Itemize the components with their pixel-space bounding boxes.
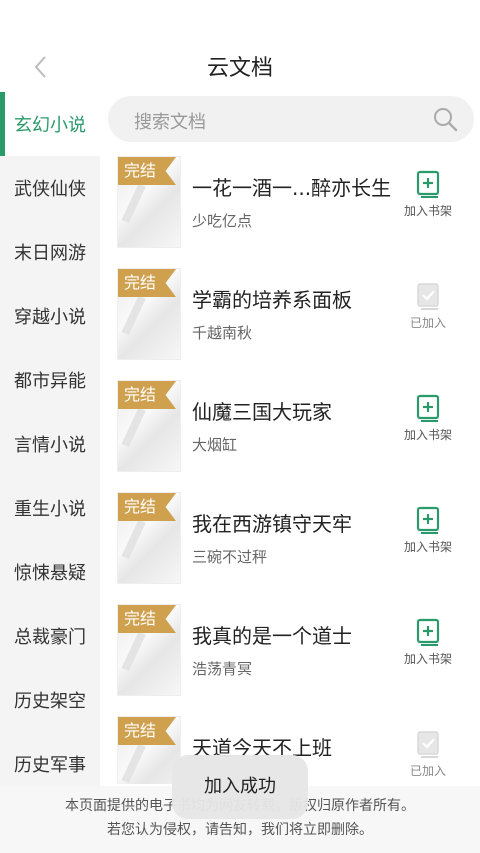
copyright-line-2: 若您认为侵权，请告知，我们将立即删除。 (107, 822, 373, 838)
toast-message: 加入成功 (172, 755, 308, 819)
sidebar-item-wuxia[interactable]: 武侠仙侠 (0, 156, 100, 220)
action-label: 加入书架 (403, 540, 452, 554)
status-badge: 完结 (118, 717, 177, 745)
action-label: 已加入 (409, 764, 446, 778)
book-title: 仙魔三国大玩家 (192, 400, 332, 424)
status-badge: 完结 (118, 157, 177, 185)
book-author: 浩荡青冥 (192, 660, 253, 678)
status-badge: 完结 (118, 605, 177, 633)
sidebar-item-moriwangyou[interactable]: 末日网游 (0, 220, 100, 284)
sidebar-item-jingsong[interactable]: 惊悚悬疑 (0, 540, 100, 604)
search-icon[interactable] (432, 106, 458, 132)
book-cover: 完结 (117, 380, 181, 472)
status-badge: 完结 (118, 269, 177, 297)
sidebar-item-lishijiakong[interactable]: 历史架空 (0, 668, 100, 732)
search-input[interactable]: 搜索文档 (108, 96, 474, 142)
sidebar-item-dushi[interactable]: 都市异能 (0, 348, 100, 412)
book-title: 学霸的培养系面板 (192, 288, 352, 312)
book-title: 我在西游镇守天牢 (192, 512, 352, 536)
status-badge: 完结 (118, 381, 177, 409)
book-author: 大烟缸 (192, 436, 238, 454)
book-title: 一花一酒一...醉亦长生 (192, 176, 392, 200)
added-check-icon (417, 731, 439, 758)
list-item[interactable]: 完结 我在西游镇守天牢 三碗不过秤 加入书架 (100, 490, 480, 602)
sidebar-item-yanqing[interactable]: 言情小说 (0, 412, 100, 476)
book-title: 我真的是一个道士 (192, 624, 352, 648)
book-cover: 完结 (117, 268, 181, 360)
added-to-shelf-button[interactable]: 已加入 (396, 730, 460, 784)
list-item[interactable]: 完结 仙魔三国大玩家 大烟缸 加入书架 (100, 378, 480, 490)
book-author: 千越南秋 (192, 324, 253, 342)
sidebar-item-zongcai[interactable]: 总裁豪门 (0, 604, 100, 668)
added-check-icon (417, 283, 439, 310)
list-item[interactable]: 完结 我真的是一个道士 浩荡青冥 加入书架 (100, 602, 480, 714)
action-label: 加入书架 (403, 428, 452, 442)
book-author: 少吃亿点 (192, 212, 253, 230)
book-cover: 完结 (117, 492, 181, 584)
status-badge: 完结 (118, 493, 177, 521)
add-to-shelf-button[interactable]: 加入书架 (396, 618, 460, 678)
add-book-icon (416, 618, 440, 646)
sidebar-item-chuanyue[interactable]: 穿越小说 (0, 284, 100, 348)
search-placeholder: 搜索文档 (134, 112, 206, 133)
sidebar-item-xuanhuan[interactable]: 玄幻小说 (0, 92, 100, 156)
action-label: 加入书架 (403, 652, 452, 666)
add-to-shelf-button[interactable]: 加入书架 (396, 506, 460, 566)
add-to-shelf-button[interactable]: 加入书架 (396, 394, 460, 454)
action-label: 已加入 (409, 316, 446, 330)
list-item[interactable]: 完结 学霸的培养系面板 千越南秋 已加入 (100, 266, 480, 378)
app-header: 云文档 (0, 0, 480, 92)
add-to-shelf-button[interactable]: 加入书架 (396, 170, 460, 230)
book-cover: 完结 (117, 156, 181, 248)
list-item[interactable]: 完结 一花一酒一...醉亦长生 少吃亿点 加入书架 (100, 154, 480, 266)
add-book-icon (416, 394, 440, 422)
add-book-icon (416, 506, 440, 534)
add-book-icon (416, 170, 440, 198)
page-title: 云文档 (206, 56, 273, 81)
category-sidebar: 玄幻小说 武侠仙侠 末日网游 穿越小说 都市异能 言情小说 重生小说 惊悚悬疑 … (0, 92, 100, 792)
sidebar-item-chongsheng[interactable]: 重生小说 (0, 476, 100, 540)
book-cover: 完结 (117, 604, 181, 696)
book-author: 三碗不过秤 (192, 548, 268, 566)
book-list: 完结 一花一酒一...醉亦长生 少吃亿点 加入书架 完结 学霸的培养系面板 千越… (100, 154, 480, 784)
action-label: 加入书架 (403, 204, 452, 218)
added-to-shelf-button[interactable]: 已加入 (396, 282, 460, 342)
